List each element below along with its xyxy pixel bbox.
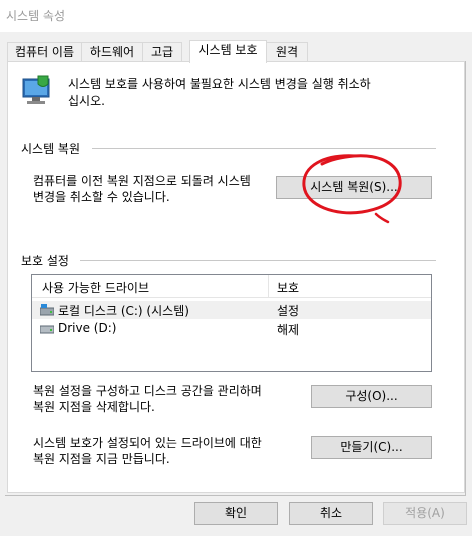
window-title: 시스템 속성 <box>6 9 66 23</box>
protection-settings-title: 보호 설정 <box>21 254 69 268</box>
cancel-button[interactable]: 취소 <box>289 502 373 525</box>
create-text-line1: 시스템 보호가 설정되어 있는 드라이브에 대한 <box>33 436 262 450</box>
drive-icon <box>39 323 55 338</box>
drive-protection-status: 해제 <box>277 323 300 337</box>
column-header-protection[interactable]: 보호 <box>277 279 299 296</box>
tab-system-protection[interactable]: 시스템 보호 <box>189 40 267 63</box>
column-header-drive[interactable]: 사용 가능한 드라이브 <box>42 279 149 296</box>
apply-button[interactable]: 적용(A) <box>383 502 467 525</box>
create-button[interactable]: 만들기(C)... <box>311 436 432 459</box>
configure-text-line2: 복원 지점을 삭제합니다. <box>33 400 155 414</box>
ok-button[interactable]: 확인 <box>194 502 278 525</box>
tab-hardware[interactable]: 하드웨어 <box>81 42 143 62</box>
intro-text-line2: 십시오. <box>68 94 105 108</box>
configure-button[interactable]: 구성(O)... <box>311 385 432 408</box>
title-bar: 시스템 속성 <box>0 0 472 32</box>
tab-strip: 컴퓨터 이름 하드웨어 고급 시스템 보호 원격 <box>7 40 467 63</box>
annotation-circle <box>302 154 402 224</box>
tab-computer-name[interactable]: 컴퓨터 이름 <box>7 42 82 62</box>
drive-row[interactable]: Drive (D:) 해제 <box>32 320 431 338</box>
drive-name: Drive (D:) <box>58 321 117 335</box>
drive-name: 로컬 디스크 (C:) (시스템) <box>58 304 189 318</box>
tab-remote[interactable]: 원격 <box>266 42 308 62</box>
system-restore-desc-line2: 변경을 취소할 수 있습니다. <box>33 190 170 204</box>
system-restore-title: 시스템 복원 <box>21 142 81 156</box>
system-restore-desc-line1: 컴퓨터를 이전 복원 지점으로 되돌려 시스템 <box>33 174 251 188</box>
configure-text-line1: 복원 설정을 구성하고 디스크 공간을 관리하며 <box>33 384 262 398</box>
create-text-line2: 복원 지점을 지금 만듭니다. <box>33 452 170 466</box>
column-separator[interactable] <box>268 275 269 297</box>
list-header: 사용 가능한 드라이브 보호 <box>32 275 431 298</box>
drive-protection-status: 설정 <box>277 304 300 318</box>
drive-row[interactable]: 로컬 디스크 (C:) (시스템) 설정 <box>32 301 431 319</box>
system-drive-icon <box>39 304 55 319</box>
intro-text-line1: 시스템 보호를 사용하여 불필요한 시스템 변경을 실행 취소하 <box>68 77 371 91</box>
tab-advanced[interactable]: 고급 <box>142 42 182 62</box>
drive-list[interactable]: 사용 가능한 드라이브 보호 로컬 디스크 (C:) (시스템) 설정 Driv… <box>31 274 432 372</box>
group-divider <box>80 260 436 261</box>
computer-shield-icon <box>20 74 54 111</box>
